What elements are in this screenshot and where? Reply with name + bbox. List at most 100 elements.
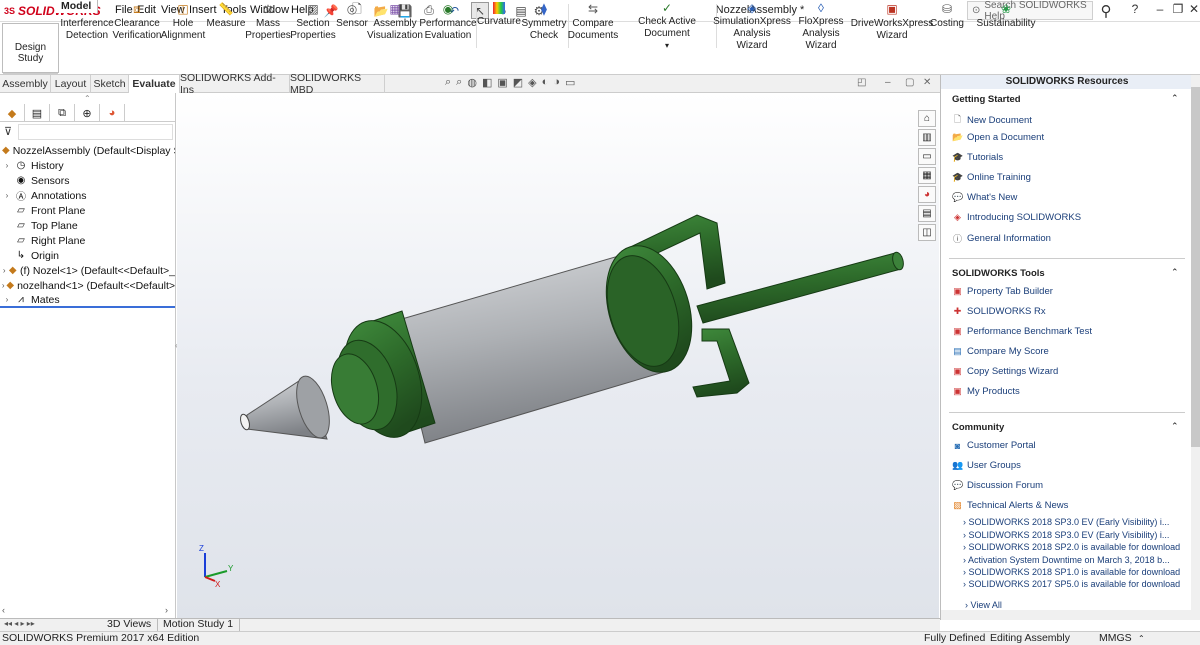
chevron-down-icon[interactable]: ▾ — [665, 40, 669, 52]
panel-grip-icon[interactable]: ⌃ — [84, 94, 91, 103]
status-units[interactable]: MMGS — [1099, 632, 1132, 645]
expand-arrow-icon[interactable]: › — [0, 295, 14, 304]
link-property-tab-builder[interactable]: ▣ Property Tab Builder — [952, 286, 1053, 297]
tab-layout[interactable]: Layout — [51, 75, 91, 93]
news-item[interactable]: › Activation System Downtime on March 3,… — [963, 555, 1170, 565]
scroll-left-icon[interactable]: ‹ — [2, 605, 5, 615]
tree-item-nozel[interactable]: › ◆ (f) Nozel<1> (Default<<Default>_ — [0, 263, 175, 278]
property-manager-tab-icon[interactable]: ▤ — [25, 104, 50, 122]
filter-field[interactable] — [18, 124, 173, 140]
previous-view-icon[interactable]: ◍ — [467, 76, 477, 92]
link-discussion-forum[interactable]: 💬 Discussion Forum — [952, 480, 1043, 491]
scene-icon[interactable]: ◑ — [553, 76, 560, 92]
tree-item-sensors[interactable]: ◉ Sensors — [0, 173, 175, 188]
link-introducing[interactable]: ◈ Introducing SOLIDWORKS — [952, 212, 1081, 223]
home-icon[interactable]: ⌂ — [918, 110, 936, 127]
link-technical-alerts[interactable]: ▧ Technical Alerts & News — [952, 500, 1068, 511]
link-benchmark[interactable]: ▣ Performance Benchmark Test — [952, 326, 1092, 337]
viewport-minimize-icon[interactable]: – — [885, 77, 891, 88]
appearance-icon[interactable]: ◐ — [542, 76, 549, 92]
tree-item-origin[interactable]: ↳ Origin — [0, 248, 175, 263]
tree-item-mates[interactable]: › ⩘ Mates — [0, 293, 175, 308]
view-settings-icon[interactable]: ▭ — [565, 76, 575, 92]
hide-show-icon[interactable]: ◈ — [528, 76, 536, 92]
viewport-close-icon[interactable]: ✕ — [923, 77, 931, 88]
collapse-section-icon[interactable]: ⌃ — [1171, 267, 1179, 278]
tab-mbd[interactable]: SOLIDWORKS MBD — [290, 72, 385, 96]
zoom-to-fit-icon[interactable]: ⌕ — [445, 76, 451, 92]
link-user-groups[interactable]: 👥 User Groups — [952, 460, 1021, 471]
sustainability-button[interactable]: ❀ Sustainability — [976, 2, 1036, 50]
expand-arrow-icon[interactable]: › — [0, 161, 14, 170]
mass-properties-button[interactable]: ⚖ Mass Properties — [245, 2, 291, 50]
tab-addins[interactable]: SOLIDWORKS Add-Ins — [180, 72, 290, 96]
expand-arrow-icon[interactable]: › — [0, 191, 14, 200]
tab-motion-study[interactable]: Motion Study 1 — [157, 618, 241, 631]
tab-nav-icon[interactable]: ◂◂ ◂ ▸ ▸▸ — [4, 619, 35, 628]
tree-item-history[interactable]: › ◷ History — [0, 158, 175, 173]
floxpress-button[interactable]: ◊ FloXpress Analysis Wizard — [788, 2, 854, 51]
check-active-document-button[interactable]: ✓ Check Active Document ▾ — [618, 2, 716, 50]
vertical-scrollbar[interactable] — [1191, 75, 1200, 620]
tree-item-top-plane[interactable]: ▱ Top Plane — [0, 218, 175, 233]
help-icon[interactable]: ? — [1125, 2, 1145, 19]
tree-item-annotations[interactable]: › Ⓐ Annotations — [0, 188, 175, 204]
link-open-document[interactable]: 📂 Open a Document — [952, 132, 1044, 143]
simulationxpress-button[interactable]: ◈ SimulationXpress Analysis Wizard — [713, 2, 791, 51]
viewport-maximize-icon[interactable]: ▢ — [905, 77, 914, 88]
sensor-button[interactable]: ◎ Sensor — [336, 2, 368, 50]
link-general-info[interactable]: ⓘ General Information — [952, 232, 1051, 245]
nozzle-assembly[interactable] — [239, 214, 905, 447]
link-new-document[interactable]: 🗋 New Document — [952, 112, 1032, 128]
assembly-visualization-button[interactable]: ▦ Assembly Visualization — [367, 2, 423, 50]
news-item[interactable]: › SOLIDWORKS 2018 SP1.0 is available for… — [963, 567, 1180, 577]
collapse-section-icon[interactable]: ⌃ — [1171, 421, 1179, 432]
file-explorer-icon[interactable]: ▭ — [918, 148, 936, 165]
custom-properties-icon[interactable]: ▤ — [918, 205, 936, 222]
section-properties-button[interactable]: ▨ Section Properties — [290, 2, 336, 50]
hole-alignment-button[interactable]: ◫ Hole Alignment — [161, 2, 205, 50]
costing-button[interactable]: ⛁ Costing — [930, 2, 964, 50]
news-item[interactable]: › SOLIDWORKS 2018 SP3.0 EV (Early Visibi… — [963, 517, 1169, 527]
horizontal-scrollbar[interactable] — [941, 610, 1191, 620]
compare-documents-button[interactable]: ⇆ Compare Documents — [568, 2, 619, 50]
performance-evaluation-button[interactable]: ◉ Performance Evaluation — [419, 2, 476, 50]
configuration-manager-tab-icon[interactable]: ⧉ — [50, 104, 75, 122]
forum-icon[interactable]: ◫ — [918, 224, 936, 241]
filter-icon[interactable]: ⊽ — [4, 125, 12, 138]
link-my-products[interactable]: ▣ My Products — [952, 386, 1020, 397]
handle-loop-lower[interactable] — [692, 328, 750, 398]
units-chevron-icon[interactable]: ⌃ — [1138, 632, 1145, 645]
curvature-button[interactable]: Curvature — [477, 2, 521, 50]
viewport-restore-icon[interactable]: ◰ — [857, 77, 866, 88]
tab-sketch[interactable]: Sketch — [91, 75, 129, 93]
view-palette-icon[interactable]: ▦ — [918, 167, 936, 184]
graphics-area[interactable]: Z Y X — [177, 93, 939, 618]
search-icon[interactable]: ⚲ — [1096, 2, 1116, 20]
link-tutorials[interactable]: 🎓 Tutorials — [952, 152, 1003, 163]
tree-item-nozelhand[interactable]: › ◆ nozelhand<1> (Default<<Default> — [0, 278, 175, 293]
measure-button[interactable]: 📏 Measure — [206, 2, 246, 50]
tab-3d-views[interactable]: 3D Views — [101, 618, 159, 631]
collapse-section-icon[interactable]: ⌃ — [1171, 93, 1179, 104]
display-style-icon[interactable]: ◩ — [513, 76, 523, 92]
section-view-icon[interactable]: ◧ — [482, 76, 492, 92]
plunger-rod[interactable] — [696, 252, 902, 324]
view-orientation-icon[interactable]: ▣ — [497, 76, 507, 92]
expand-arrow-icon[interactable]: › — [0, 266, 9, 275]
tree-item-right-plane[interactable]: ▱ Right Plane — [0, 233, 175, 248]
tab-evaluate[interactable]: Evaluate — [129, 75, 180, 93]
link-copy-settings[interactable]: ▣ Copy Settings Wizard — [952, 366, 1058, 377]
minimize-icon[interactable]: – — [1150, 2, 1170, 19]
tab-model[interactable]: Model — [55, 0, 99, 13]
link-online-training[interactable]: 🎓 Online Training — [952, 172, 1031, 183]
link-solidworks-rx[interactable]: ✚ SOLIDWORKS Rx — [952, 306, 1046, 317]
tree-item-front-plane[interactable]: ▱ Front Plane — [0, 203, 175, 218]
design-library-icon[interactable]: ▥ — [918, 129, 936, 146]
dimxpert-tab-icon[interactable]: ⊕ — [75, 104, 100, 122]
link-compare-score[interactable]: ▤ Compare My Score — [952, 346, 1049, 357]
view-all-link[interactable]: › View All — [965, 600, 1002, 610]
link-whats-new[interactable]: 💬 What's New — [952, 192, 1017, 203]
news-item[interactable]: › SOLIDWORKS 2017 SP5.0 is available for… — [963, 579, 1180, 589]
scroll-right-icon[interactable]: › — [165, 605, 168, 615]
